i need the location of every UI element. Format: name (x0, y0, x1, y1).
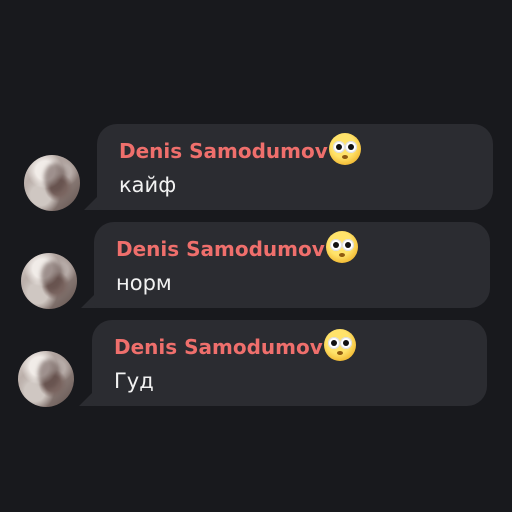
message-text: норм (116, 271, 172, 295)
mouth-icon (336, 351, 343, 355)
message-bubble[interactable]: Denis Samodumov Гуд (92, 320, 487, 406)
sender-name[interactable]: Denis Samodumov (119, 139, 328, 163)
eye-icon (341, 239, 354, 251)
eye-icon (339, 337, 352, 349)
sender-row: Denis Samodumov (114, 329, 356, 361)
mouth-icon (338, 253, 345, 257)
sender-name[interactable]: Denis Samodumov (114, 335, 323, 359)
mouth-icon (341, 155, 348, 159)
user-avatar[interactable] (18, 351, 74, 407)
eye-icon (327, 337, 340, 349)
message-text: кайф (119, 173, 177, 197)
sender-row: Denis Samodumov (119, 133, 361, 165)
message-bubble[interactable]: Denis Samodumov кайф (97, 124, 493, 210)
eye-icon (344, 141, 357, 153)
eye-icon (332, 141, 345, 153)
user-avatar[interactable] (21, 253, 77, 309)
flushed-face-emoji-icon (323, 329, 356, 361)
chat-window: Denis Samodumov кайф Denis Samodumov нор… (0, 0, 512, 512)
message-text: Гуд (114, 369, 154, 393)
sender-name[interactable]: Denis Samodumov (116, 237, 325, 261)
flushed-face-emoji-icon (325, 231, 358, 263)
sender-row: Denis Samodumov (116, 231, 358, 263)
eye-icon (329, 239, 342, 251)
flushed-face-emoji-icon (328, 133, 361, 165)
user-avatar[interactable] (24, 155, 80, 211)
message-bubble[interactable]: Denis Samodumov норм (94, 222, 490, 308)
